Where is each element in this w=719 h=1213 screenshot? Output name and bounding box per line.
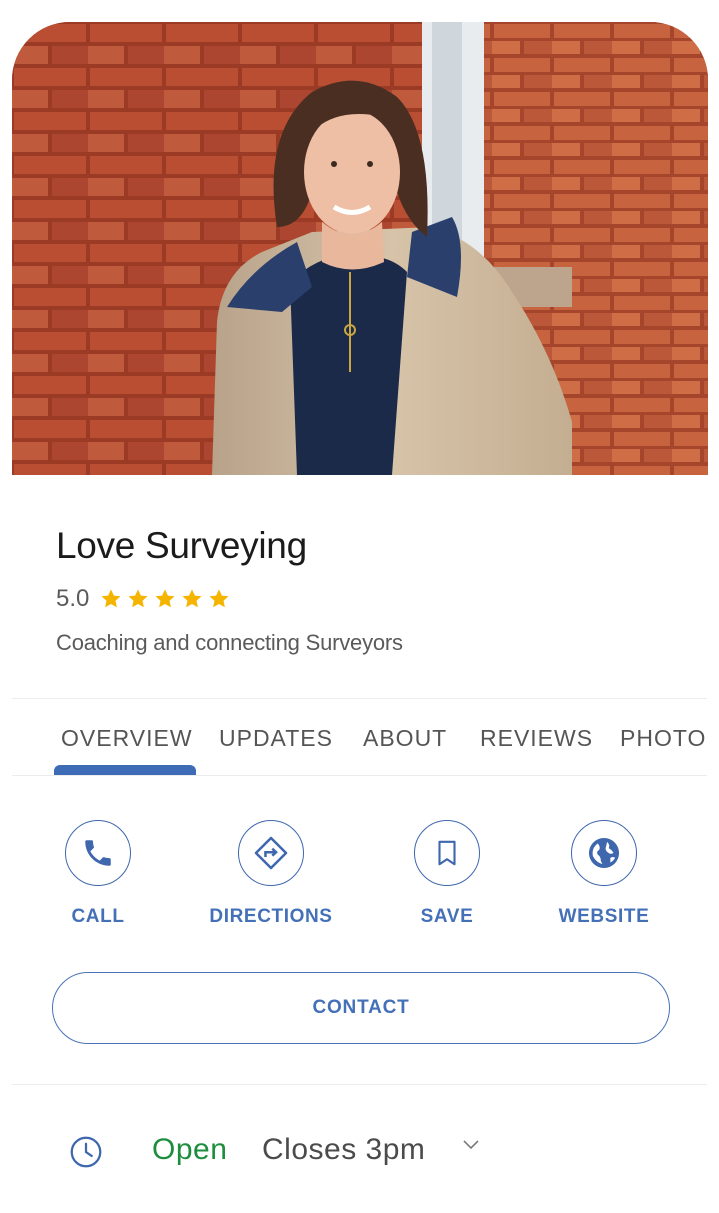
rating-row[interactable]: 5.0 [56,582,699,616]
call-label: CALL [71,906,125,927]
phone-icon [85,840,111,866]
business-tagline: Coaching and connecting Surveyors [56,630,403,655]
globe-icon [588,837,620,869]
tab-reviews[interactable]: REVIEWS [480,700,593,776]
star-icon [155,589,175,608]
directions-icon [254,836,288,870]
star-rating [99,587,231,611]
directions-button[interactable]: DIRECTIONS [191,820,351,928]
tab-updates[interactable]: UPDATES [219,700,333,776]
star-icon [182,589,202,608]
star-icon [128,589,148,608]
star-icon [101,589,121,608]
chevron-down-icon[interactable] [461,1138,481,1152]
open-status: Open [152,1133,228,1166]
bookmark-icon [438,840,456,866]
contact-button[interactable]: CONTACT [52,972,670,1044]
photo-image [12,22,708,475]
directions-label: DIRECTIONS [209,906,333,927]
clock-icon [70,1136,102,1168]
directions-icon-circle [238,820,304,886]
business-name: Love Surveying [56,525,307,566]
hours-row[interactable]: Open Closes 3pm [0,1120,719,1186]
save-label: SAVE [420,906,474,927]
divider [12,775,707,776]
divider [12,1084,707,1085]
save-button[interactable]: SAVE [367,820,527,928]
website-button[interactable]: WEBSITE [524,820,684,928]
action-bar: CALL DIRECTIONS SAVE WEBSITE [0,820,719,940]
tab-about[interactable]: ABOUT [363,700,447,776]
call-icon-circle [65,820,131,886]
star-icon [209,589,229,608]
closing-time: Closes 3pm [262,1133,426,1166]
save-icon-circle [414,820,480,886]
call-button[interactable]: CALL [18,820,178,928]
active-tab-indicator [54,765,196,775]
website-label: WEBSITE [558,906,650,927]
rating-value: 5.0 [56,585,90,612]
website-icon-circle [571,820,637,886]
business-info: Love Surveying 5.0 Coaching and connecti… [56,520,699,658]
divider [12,698,707,699]
tab-photos[interactable]: PHOTO [620,700,706,776]
business-photo[interactable] [12,22,708,475]
